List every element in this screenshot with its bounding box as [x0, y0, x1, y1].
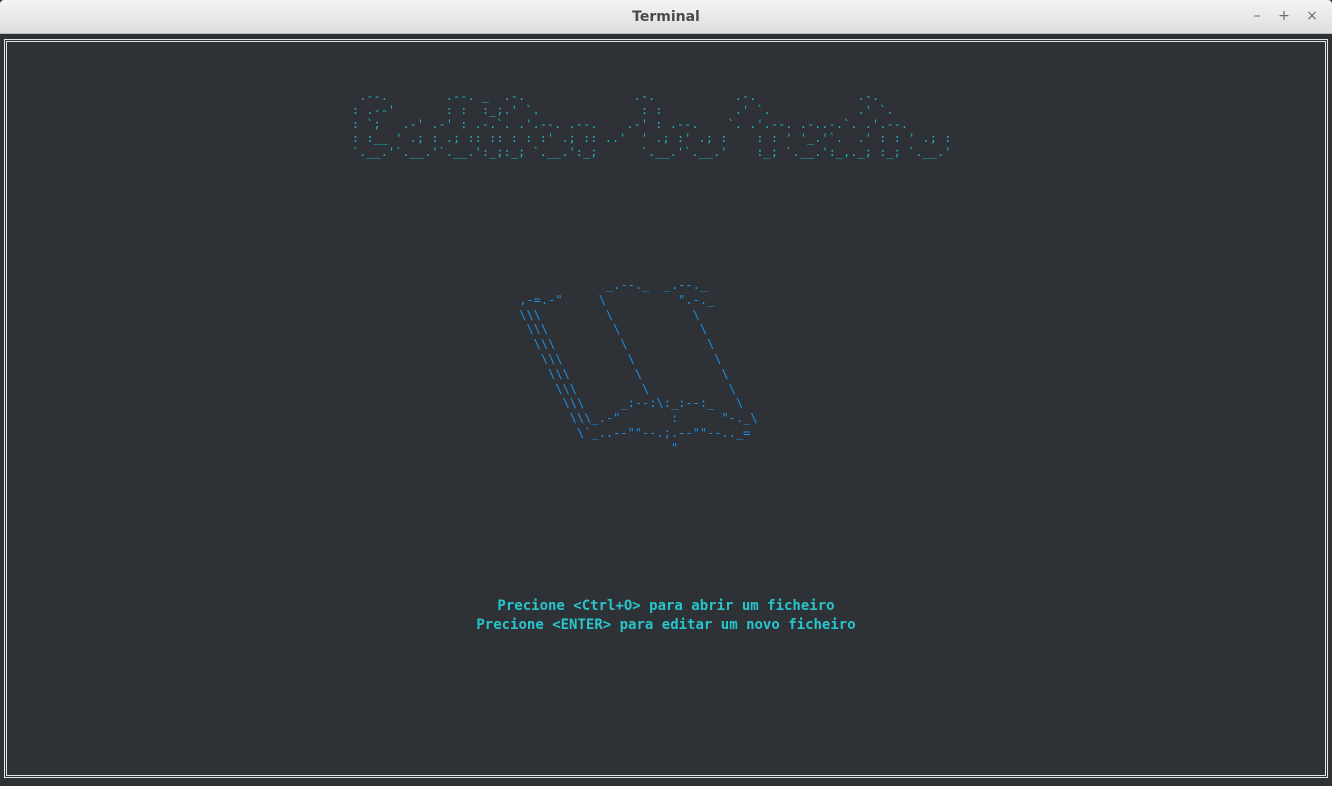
title-bar[interactable]: Terminal – + × [0, 0, 1332, 34]
banner-ascii-art: .--. .--. _ .-. .-. .-. .-. : .--' : : :… [352, 89, 952, 159]
terminal-window: Terminal – + × .--. .--. _ .-. .-. .-. .… [0, 0, 1332, 786]
new-file-hint: Precione <ENTER> para editar um novo fic… [476, 617, 856, 633]
window-title: Terminal [632, 9, 700, 25]
close-icon[interactable]: × [1303, 7, 1321, 25]
book-ascii-art: _.--._ _.--._ ,-=.-" \ ".-._ \\\ \ \ \\\… [519, 278, 758, 455]
minimize-icon[interactable]: – [1248, 7, 1266, 25]
open-file-hint: Precione <Ctrl+O> para abrir um ficheiro [497, 598, 835, 614]
terminal-screen[interactable]: .--. .--. _ .-. .-. .-. .-. : .--' : : :… [0, 34, 1332, 786]
maximize-icon[interactable]: + [1275, 7, 1293, 25]
